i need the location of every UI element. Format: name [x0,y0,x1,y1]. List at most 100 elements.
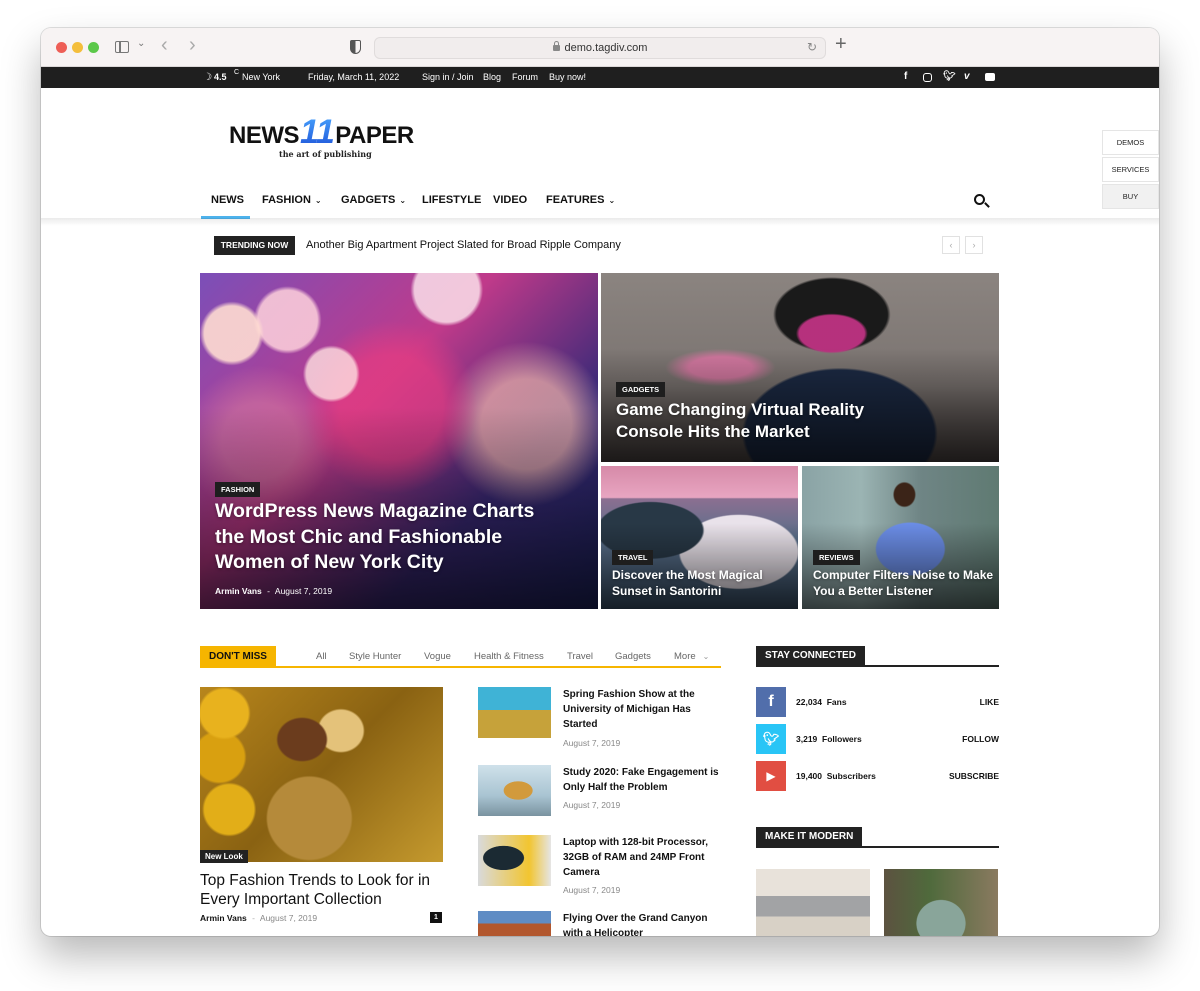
nav-item-news[interactable]: NEWS [211,194,244,206]
vimeo-icon[interactable]: v [964,71,970,82]
stay-connected-title: STAY CONNECTED [756,646,865,666]
social-row-twitter[interactable]: 🐦︎ 3,219 Followers FOLLOW [756,724,999,754]
minimize-window-button[interactable] [72,42,83,53]
post-thumbnail[interactable] [884,869,998,936]
maximize-window-button[interactable] [88,42,99,53]
forward-arrow-icon[interactable]: › [189,34,196,57]
followers-label: Followers [822,734,862,744]
chevron-down-icon[interactable]: ⌄ [137,38,145,49]
privacy-shield-icon[interactable] [350,40,361,54]
post-date: August 7, 2019 [563,800,621,810]
nav-item-fashion[interactable]: FASHION ⌄ [262,194,322,206]
post-date: August 7, 2019 [259,913,318,923]
hero-bottom-right-post[interactable]: REVIEWS Computer Filters Noise to Make Y… [802,466,999,609]
url-text: demo.tagdiv.com [564,42,648,54]
post-thumbnail[interactable] [478,835,551,886]
subscribe-button[interactable]: SUBSCRIBE [949,771,999,781]
forum-link[interactable]: Forum [512,72,538,82]
meta-separator: - [252,913,255,923]
sign-in-link[interactable]: Sign in / Join [422,72,474,82]
tab-vogue[interactable]: Vogue [424,651,451,662]
tab-health-fitness[interactable]: Health & Fitness [474,651,544,662]
hero-main-title[interactable]: WordPress News Magazine Charts the Most … [215,499,555,576]
trending-next-button[interactable]: › [965,236,983,254]
post-title[interactable]: Study 2020: Fake Engagement is Only Half… [563,765,728,795]
hero-bottom-left-post[interactable]: TRAVEL Discover the Most Magical Sunset … [601,466,798,609]
tab-gadgets[interactable]: Gadgets [615,651,651,662]
facebook-icon[interactable]: f [904,71,907,82]
browser-window: ⌄ ‹ › demo.tagdiv.com ↻ + ☽ 4.5 C New Yo… [41,28,1159,936]
blog-link[interactable]: Blog [483,72,501,82]
followers-count: 3,219 [796,734,818,744]
buy-now-link[interactable]: Buy now! [549,72,586,82]
hero-bottom-right-title[interactable]: Computer Filters Noise to Make You a Bet… [813,568,998,599]
demos-tab[interactable]: DEMOS [1102,130,1159,155]
tab-style-hunter[interactable]: Style Hunter [349,651,401,662]
tab-more[interactable]: More ⌄ [674,651,709,662]
post-date: August 7, 2019 [563,738,621,748]
follow-button[interactable]: FOLLOW [962,734,999,744]
post-thumbnail[interactable] [478,687,551,738]
dont-miss-label: DON'T MISS [200,646,276,667]
hero-bottom-left-title[interactable]: Discover the Most Magical Sunset in Sant… [612,568,792,599]
facebook-icon[interactable]: f [756,687,786,717]
logo-tagline: the art of publishing [279,149,372,159]
chevron-down-icon: ⌄ [314,196,322,205]
youtube-icon[interactable] [985,73,995,81]
chevron-down-icon: ⌄ [608,196,616,205]
nav-item-features[interactable]: FEATURES ⌄ [546,194,615,206]
category-badge[interactable]: New Look [200,850,248,863]
category-badge[interactable]: TRAVEL [612,550,654,565]
comment-count-badge[interactable]: 1 [430,912,442,923]
post-title[interactable]: Spring Fashion Show at the University of… [563,687,728,732]
post-date: August 7, 2019 [563,885,621,895]
new-tab-icon[interactable]: + [835,33,847,56]
buy-tab[interactable]: BUY [1102,184,1159,209]
post-author[interactable]: Armin Vans [215,586,262,596]
tab-all[interactable]: All [316,651,327,662]
close-window-button[interactable] [56,42,67,53]
hero-main-post[interactable]: FASHION WordPress News Magazine Charts t… [200,273,598,609]
youtube-play-icon[interactable]: ▶ [756,761,786,791]
back-arrow-icon[interactable]: ‹ [161,34,168,57]
trending-headline[interactable]: Another Big Apartment Project Slated for… [306,239,621,251]
hero-top-right-title[interactable]: Game Changing Virtual Reality Console Hi… [616,399,896,443]
search-icon[interactable] [974,194,985,205]
big-post-image[interactable] [200,687,443,862]
post-title[interactable]: Laptop with 128-bit Processor, 32GB of R… [563,835,728,880]
browser-toolbar: ⌄ ‹ › demo.tagdiv.com ↻ + [41,28,1159,67]
sidebar-toggle-icon[interactable] [115,41,129,53]
post-author[interactable]: Armin Vans [200,913,247,923]
post-thumbnail[interactable] [478,765,551,816]
site-logo[interactable]: NEWS11PAPER the art of publishing [229,115,414,159]
trending-prev-button[interactable]: ‹ [942,236,960,254]
current-date: Friday, March 11, 2022 [308,72,400,82]
services-tab[interactable]: SERVICES [1102,157,1159,182]
logo-number: 11 [300,113,335,151]
post-thumbnail[interactable] [478,911,551,936]
twitter-icon[interactable]: 🐦︎ [943,71,956,82]
nav-item-lifestyle[interactable]: LIFESTYLE [422,194,481,206]
nav-item-video[interactable]: VIDEO [493,194,527,206]
weather-temp: 4.5 [214,72,227,82]
twitter-icon[interactable]: 🐦︎ [756,724,786,754]
nav-item-gadgets[interactable]: GADGETS ⌄ [341,194,406,206]
address-bar[interactable]: demo.tagdiv.com ↻ [374,37,826,59]
like-button[interactable]: LIKE [980,697,999,707]
instagram-icon[interactable] [923,73,932,82]
tab-travel[interactable]: Travel [567,651,593,662]
social-row-youtube[interactable]: ▶ 19,400 Subscribers SUBSCRIBE [756,761,999,791]
category-badge[interactable]: FASHION [215,482,261,497]
big-post-title[interactable]: Top Fashion Trends to Look for in Every … [200,871,450,909]
social-row-facebook[interactable]: f 22,034 Fans LIKE [756,687,999,717]
post-thumbnail[interactable] [756,869,870,936]
category-badge[interactable]: GADGETS [616,382,666,397]
make-it-modern-title: MAKE IT MODERN [756,827,863,847]
post-title[interactable]: Flying Over the Grand Canyon with a Heli… [563,911,728,936]
top-bar: ☽ 4.5 C New York Friday, March 11, 2022 … [41,67,1159,88]
make-it-modern-underline [756,846,999,848]
post-date: August 7, 2019 [274,586,333,596]
category-badge[interactable]: REVIEWS [813,550,860,565]
reload-icon[interactable]: ↻ [807,40,817,54]
hero-top-right-post[interactable]: GADGETS Game Changing Virtual Reality Co… [601,273,999,462]
